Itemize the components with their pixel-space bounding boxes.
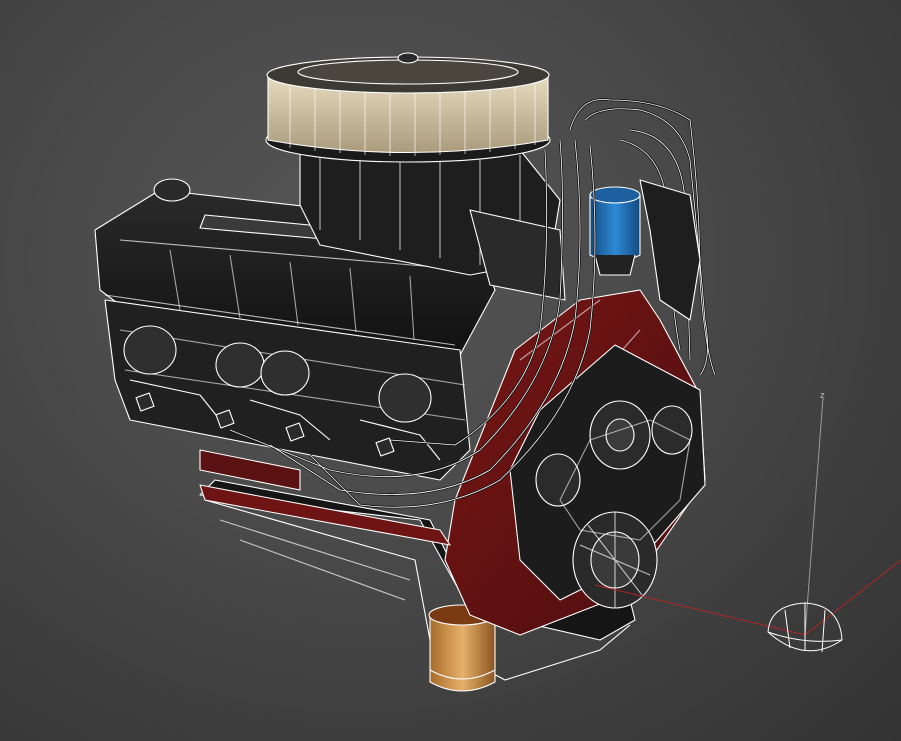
y-axis-line[interactable] bbox=[804, 559, 901, 636]
exhaust-port-1 bbox=[123, 325, 177, 375]
pivot-dome-icon[interactable] bbox=[767, 602, 843, 653]
z-axis-line[interactable] bbox=[804, 397, 824, 636]
exhaust-port-2 bbox=[215, 342, 265, 388]
z-axis-label: z bbox=[820, 391, 825, 401]
right-bank-head[interactable] bbox=[639, 179, 701, 321]
oil-filler-cap[interactable] bbox=[153, 178, 191, 202]
exhaust-port-3 bbox=[260, 350, 310, 396]
engine-model[interactable] bbox=[94, 52, 717, 692]
viewport-canvas[interactable]: z bbox=[0, 0, 901, 741]
distributor[interactable] bbox=[589, 186, 641, 276]
air-filter[interactable] bbox=[265, 52, 551, 163]
3d-viewport[interactable]: z bbox=[0, 0, 901, 741]
alternator-pulley[interactable] bbox=[535, 453, 581, 507]
air-filter-wingnut[interactable] bbox=[397, 52, 419, 64]
idler-pulley[interactable] bbox=[651, 405, 693, 455]
exhaust-port-4 bbox=[378, 373, 432, 423]
